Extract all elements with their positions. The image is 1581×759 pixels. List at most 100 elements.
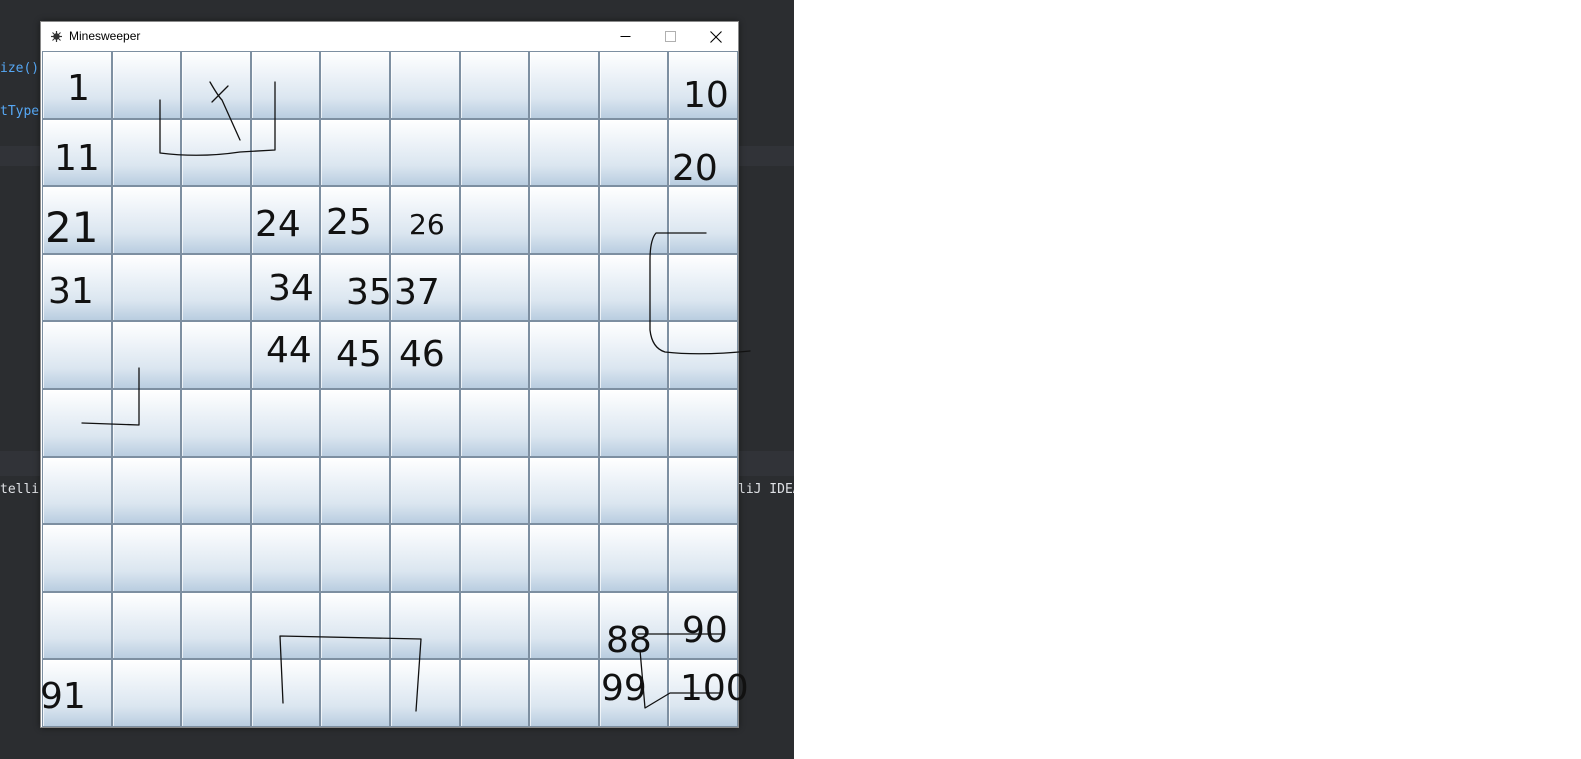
mine-cell-34[interactable] [250,253,321,322]
mine-cell-26[interactable] [389,186,460,254]
mine-cell-30[interactable] [668,186,738,254]
mine-cell-16[interactable] [389,118,460,187]
minimize-button[interactable] [603,22,648,51]
mine-cell-23[interactable] [181,186,251,254]
mine-cell-53[interactable] [181,388,251,457]
mine-cell-49[interactable] [598,321,669,389]
mine-cell-61[interactable] [42,456,112,525]
mine-cell-45[interactable] [320,321,390,389]
mine-cell-22[interactable] [111,186,182,254]
mine-cell-62[interactable] [111,456,182,525]
mine-cell-13[interactable] [181,118,251,187]
mine-cell-84[interactable] [250,591,321,660]
mine-cell-60[interactable] [668,388,738,457]
mine-cell-55[interactable] [320,388,390,457]
mine-cell-81[interactable] [42,591,112,660]
mine-cell-39[interactable] [598,253,669,322]
close-button[interactable] [693,22,738,51]
mine-cell-65[interactable] [320,456,390,525]
mine-cell-15[interactable] [320,118,390,187]
mine-cell-71[interactable] [42,524,112,592]
mine-cell-56[interactable] [389,388,460,457]
mine-cell-35[interactable] [320,253,390,322]
mine-cell-93[interactable] [181,659,251,727]
mine-cell-12[interactable] [111,118,182,187]
mine-cell-40[interactable] [668,253,738,322]
mine-cell-98[interactable] [529,659,599,727]
mine-cell-3[interactable] [181,51,251,119]
mine-cell-99[interactable] [598,659,669,727]
mine-cell-75[interactable] [320,524,390,592]
mine-cell-67[interactable] [459,456,530,525]
mine-cell-47[interactable] [459,321,530,389]
mine-cell-88[interactable] [529,591,599,660]
mine-cell-76[interactable] [389,524,460,592]
mine-cell-54[interactable] [250,388,321,457]
mine-cell-96[interactable] [389,659,460,727]
mine-cell-43[interactable] [181,321,251,389]
mine-cell-80[interactable] [668,524,738,592]
mine-cell-68[interactable] [529,456,599,525]
mine-cell-9[interactable] [598,51,669,119]
mine-cell-19[interactable] [598,118,669,187]
mine-cell-92[interactable] [111,659,182,727]
mine-cell-38[interactable] [529,253,599,322]
mine-cell-24[interactable] [250,186,321,254]
mine-cell-2[interactable] [111,51,182,119]
mine-cell-72[interactable] [111,524,182,592]
mine-cell-95[interactable] [320,659,390,727]
mine-cell-79[interactable] [598,524,669,592]
mine-cell-97[interactable] [459,659,530,727]
maximize-button[interactable] [648,22,693,51]
mine-cell-7[interactable] [459,51,530,119]
mine-cell-44[interactable] [250,321,321,389]
mine-cell-100[interactable] [668,659,738,727]
mine-cell-64[interactable] [250,456,321,525]
mine-cell-78[interactable] [529,524,599,592]
mine-cell-86[interactable] [389,591,460,660]
mine-cell-41[interactable] [42,321,112,389]
mine-cell-82[interactable] [111,591,182,660]
mine-cell-66[interactable] [389,456,460,525]
mine-cell-52[interactable] [111,388,182,457]
mine-cell-20[interactable] [668,118,738,187]
mine-cell-1[interactable] [42,51,112,119]
mine-cell-37[interactable] [459,253,530,322]
mine-cell-48[interactable] [529,321,599,389]
mine-cell-8[interactable] [529,51,599,119]
mine-cell-28[interactable] [529,186,599,254]
mine-cell-4[interactable] [250,51,321,119]
mine-cell-91[interactable] [42,659,112,727]
mine-cell-77[interactable] [459,524,530,592]
mine-cell-51[interactable] [42,388,112,457]
mine-cell-21[interactable] [42,186,112,254]
mine-cell-18[interactable] [529,118,599,187]
mine-cell-32[interactable] [111,253,182,322]
mine-cell-89[interactable] [598,591,669,660]
mine-cell-69[interactable] [598,456,669,525]
mine-cell-87[interactable] [459,591,530,660]
mine-cell-31[interactable] [42,253,112,322]
mine-cell-73[interactable] [181,524,251,592]
mine-cell-85[interactable] [320,591,390,660]
mine-cell-70[interactable] [668,456,738,525]
mine-cell-36[interactable] [389,253,460,322]
mine-cell-33[interactable] [181,253,251,322]
title-bar[interactable]: Minesweeper [41,22,738,51]
mine-cell-90[interactable] [668,591,738,660]
mine-cell-6[interactable] [389,51,460,119]
mine-cell-83[interactable] [181,591,251,660]
mine-cell-17[interactable] [459,118,530,187]
mine-cell-50[interactable] [668,321,738,389]
mine-cell-63[interactable] [181,456,251,525]
mine-cell-42[interactable] [111,321,182,389]
mine-cell-59[interactable] [598,388,669,457]
mine-cell-5[interactable] [320,51,390,119]
mine-cell-94[interactable] [250,659,321,727]
mine-cell-57[interactable] [459,388,530,457]
mine-cell-14[interactable] [250,118,321,187]
mine-cell-74[interactable] [250,524,321,592]
mine-cell-29[interactable] [598,186,669,254]
mine-cell-10[interactable] [668,51,738,119]
mine-cell-11[interactable] [42,118,112,187]
